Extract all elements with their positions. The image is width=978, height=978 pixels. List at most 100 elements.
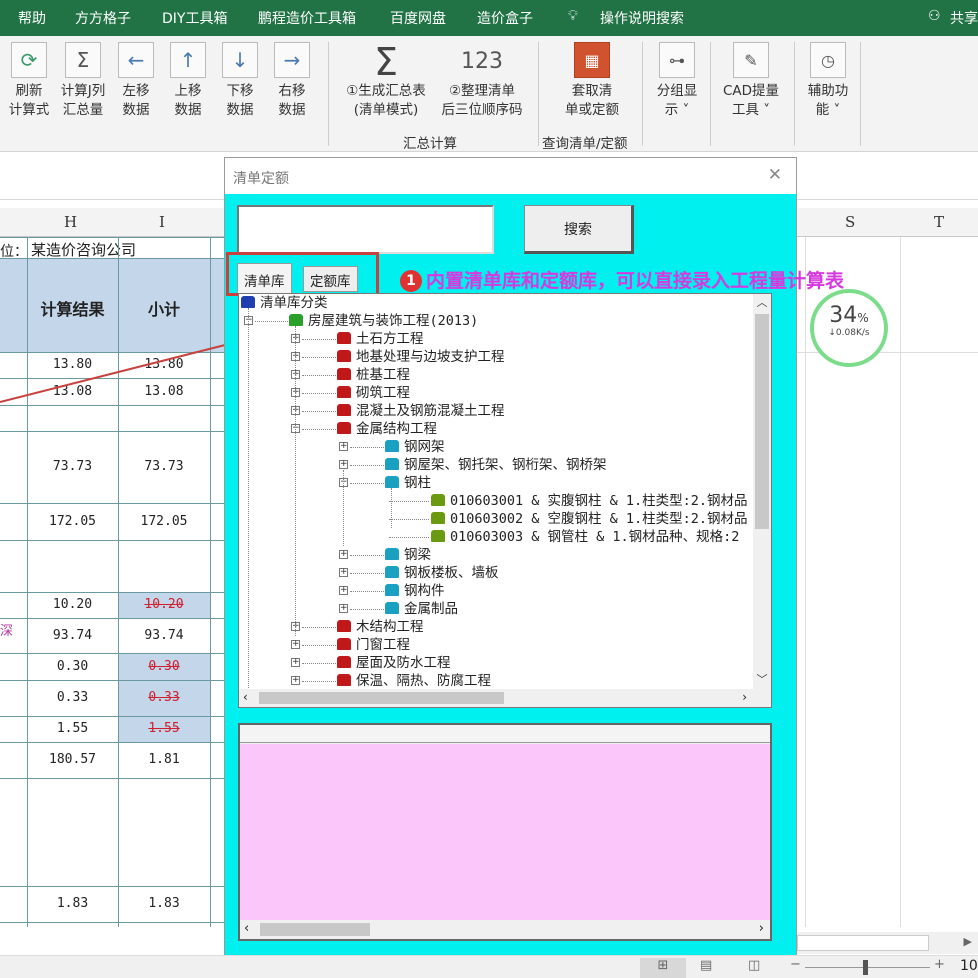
scroll-thumb[interactable] — [755, 314, 769, 529]
cad-tool-button[interactable]: ✎ CAD提量 工具 ˅ — [718, 42, 784, 120]
detail-horizontal-scrollbar[interactable]: ‹ › — [240, 920, 770, 939]
expand-icon[interactable]: + — [339, 550, 348, 559]
detail-content[interactable] — [240, 744, 770, 920]
cell-result[interactable]: 0.33 — [27, 690, 118, 705]
close-icon[interactable]: ✕ — [768, 165, 782, 185]
cell-subtotal[interactable]: 172.05 — [118, 514, 210, 529]
move-left-button[interactable]: ← 左移 数据 — [116, 42, 156, 120]
menu-help[interactable]: 帮助 — [18, 8, 46, 28]
fetch-quota-button[interactable]: ▦ 套取清 单或定额 — [556, 42, 628, 120]
tree-node[interactable]: 砌筑工程 — [337, 384, 410, 402]
cell-subtotal[interactable]: 93.74 — [118, 628, 210, 643]
cell-result[interactable]: 0.30 — [27, 659, 118, 674]
cell-result[interactable]: 172.05 — [27, 514, 118, 529]
tree-node[interactable]: 钢构件 — [385, 582, 445, 600]
cell-result[interactable]: 1.55 — [27, 721, 118, 736]
expand-icon[interactable]: + — [339, 460, 348, 469]
share-button[interactable]: 共享 — [950, 8, 978, 28]
cell-subtotal[interactable]: 0.30 — [118, 659, 210, 674]
column-s[interactable]: S — [845, 213, 855, 231]
zoom-in-icon[interactable]: + — [934, 957, 945, 972]
detail-scroll-thumb[interactable] — [260, 923, 370, 936]
tree-leaf-item[interactable]: 010603003 & 钢管柱 & 1.钢材品种、规格:2 — [431, 528, 739, 546]
tree-node[interactable]: 金属制品 — [385, 600, 458, 618]
expand-icon[interactable]: + — [339, 568, 348, 577]
share-user-icon[interactable]: ⚇ — [928, 8, 941, 24]
cell-subtotal[interactable]: 10.20 — [118, 597, 210, 612]
scroll-left-icon[interactable]: ‹ — [243, 690, 248, 704]
expand-icon[interactable]: + — [291, 676, 300, 685]
tree-node[interactable]: 土石方工程 — [337, 330, 424, 348]
tree-leaf-item[interactable]: 010603002 & 空腹钢柱 & 1.柱类型:2.钢材品 — [431, 510, 748, 528]
expand-icon[interactable]: + — [291, 640, 300, 649]
zoom-slider-handle[interactable] — [863, 960, 868, 975]
expand-icon[interactable]: + — [339, 604, 348, 613]
move-up-button[interactable]: ↑ 上移 数据 — [168, 42, 208, 120]
tree-node[interactable]: 钢屋架、钢托架、钢桁架、钢桥架 — [385, 456, 607, 474]
group-display-button[interactable]: ⊶ 分组显示 ˅ — [652, 42, 702, 120]
tree-node[interactable]: 门窗工程 — [337, 636, 410, 654]
cell-result[interactable]: 93.74 — [27, 628, 118, 643]
sheet-horizontal-scrollbar[interactable]: ▶ — [797, 932, 978, 954]
cell-result[interactable]: 1.83 — [27, 896, 118, 911]
menu-diy[interactable]: DIY工具箱 — [162, 8, 227, 28]
tree-node[interactable]: 清单库分类 — [241, 294, 328, 312]
tree-node[interactable]: 木结构工程 — [337, 618, 424, 636]
cell-result[interactable]: 10.20 — [27, 597, 118, 612]
move-down-button[interactable]: ↓ 下移 数据 — [220, 42, 260, 120]
scroll-right-icon[interactable]: ▶ — [964, 935, 972, 948]
tree-node[interactable]: 地基处理与边坡支护工程 — [337, 348, 505, 366]
tree-vertical-scrollbar[interactable]: ︿ ﹀ — [753, 294, 771, 689]
zoom-level[interactable]: 10 — [960, 958, 978, 974]
menu-ffgz[interactable]: 方方格子 — [75, 8, 131, 28]
tab-bill-library[interactable]: 清单库 — [237, 263, 292, 293]
tree-horizontal-scrollbar[interactable]: ‹ › — [239, 689, 771, 707]
tree-leaf-item[interactable]: 010603001 & 实腹钢柱 & 1.柱类型:2.钢材品 — [431, 492, 748, 510]
sort-code-button[interactable]: 123 ②整理清单 后三位顺序码 — [436, 42, 528, 120]
page-layout-icon[interactable]: ▤ — [700, 958, 712, 973]
tree-node[interactable]: 混凝土及钢筋混凝土工程 — [337, 402, 505, 420]
zoom-out-icon[interactable]: − — [790, 957, 801, 972]
search-input[interactable] — [237, 205, 494, 254]
tell-me-search[interactable]: 操作说明搜索 — [600, 8, 684, 28]
scroll-right-icon[interactable]: › — [759, 921, 764, 936]
scroll-down-icon[interactable]: ﹀ — [753, 671, 771, 687]
menu-baidu[interactable]: 百度网盘 — [390, 8, 446, 28]
expand-icon[interactable]: + — [339, 442, 348, 451]
hscroll-thumb[interactable] — [259, 692, 504, 704]
scroll-left-icon[interactable]: ‹ — [244, 921, 249, 936]
auxiliary-button[interactable]: ◷ 辅助功能 ˅ — [804, 42, 852, 120]
cell-result[interactable]: 180.57 — [27, 752, 118, 767]
scroll-right-icon[interactable]: › — [742, 690, 747, 704]
cell-subtotal[interactable]: 1.55 — [118, 721, 210, 736]
cell-subtotal[interactable]: 1.81 — [118, 752, 210, 767]
bill-tree-view[interactable]: 清单库分类 − 房屋建筑与装饰工程(2013) + 土石方工程 + 地基处理与边坡支护工程 +… — [238, 293, 772, 708]
column-h[interactable]: H — [64, 213, 77, 231]
cell-subtotal[interactable]: 73.73 — [118, 459, 210, 474]
tree-node[interactable]: 金属结构工程 — [337, 420, 437, 438]
column-t[interactable]: T — [934, 213, 944, 231]
cell-subtotal[interactable]: 0.33 — [118, 690, 210, 705]
expand-icon[interactable]: + — [291, 658, 300, 667]
generate-summary-button[interactable]: Σ ①生成汇总表 (清单模式) — [338, 42, 434, 120]
tree-node[interactable]: 保温、隔热、防腐工程 — [337, 672, 491, 690]
column-i[interactable]: I — [159, 213, 165, 231]
tree-node[interactable]: 屋面及防水工程 — [337, 654, 451, 672]
search-button[interactable]: 搜索 — [524, 205, 634, 254]
menu-zaojia[interactable]: 造价盒子 — [477, 8, 533, 28]
company-cell[interactable]: 某造价咨询公司 — [31, 239, 136, 260]
scroll-up-icon[interactable]: ︿ — [753, 294, 771, 310]
tree-node[interactable]: 桩基工程 — [337, 366, 410, 384]
cell-subtotal[interactable]: 1.83 — [118, 896, 210, 911]
page-break-icon[interactable]: ◫ — [748, 958, 760, 973]
cell-result[interactable]: 73.73 — [27, 459, 118, 474]
tree-node[interactable]: 钢梁 — [385, 546, 431, 564]
tree-node[interactable]: 钢板楼板、墙板 — [385, 564, 499, 582]
expand-icon[interactable]: + — [339, 586, 348, 595]
sum-j-column-button[interactable]: Σ 计算J列 汇总量 — [56, 42, 110, 120]
normal-view-icon[interactable]: ⊞ — [640, 958, 686, 978]
tree-node[interactable]: 钢网架 — [385, 438, 445, 456]
menu-pengcheng[interactable]: 鹏程造价工具箱 — [258, 8, 356, 28]
refresh-formula-button[interactable]: ⟳ 刷新 计算式 — [6, 42, 52, 120]
move-right-button[interactable]: → 右移 数据 — [272, 42, 312, 120]
